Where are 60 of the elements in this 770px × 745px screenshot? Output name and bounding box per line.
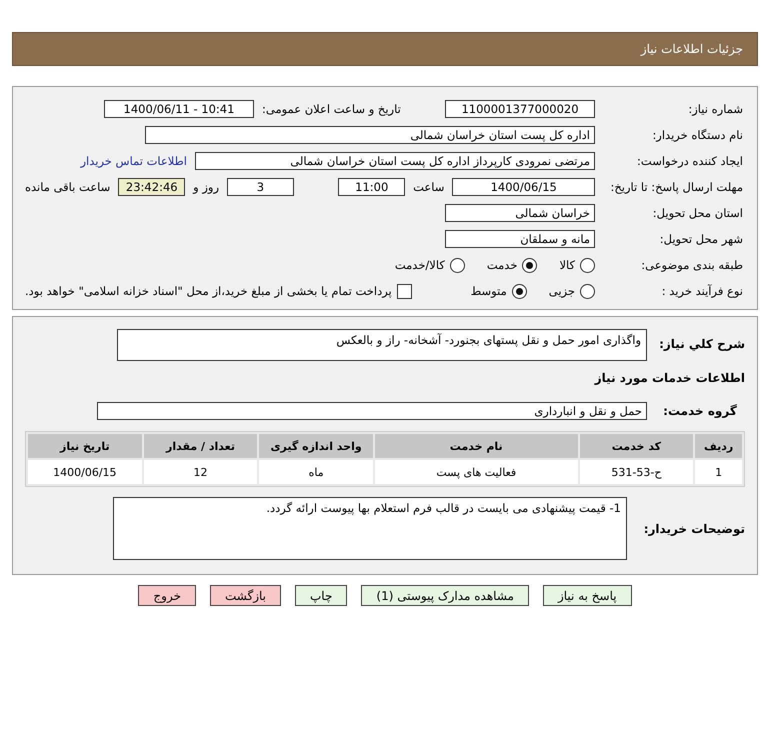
table-cell: ح-53-531 — [580, 460, 694, 484]
action-button[interactable]: چاپ — [295, 585, 348, 606]
column-header: ردیف — [695, 434, 742, 458]
section-title: اطلاعات خدمات مورد نیاز — [593, 371, 745, 385]
radio-label: کالا — [559, 258, 575, 272]
field-label: توضیحات خریدار: — [642, 522, 745, 536]
radio-button[interactable] — [450, 258, 465, 272]
column-header: کد خدمت — [580, 434, 694, 458]
field-label: مهلت ارسال پاسخ: تا تاریخ: — [609, 180, 743, 194]
field-label: گروه خدمت: — [662, 404, 738, 418]
deadline-date-field: 1400/06/15 — [452, 178, 595, 196]
field-label: شماره نیاز: — [687, 102, 743, 116]
column-header: واحد اندازه گیری — [259, 434, 373, 458]
deadline-time-field: 11:00 — [338, 178, 406, 196]
radio-button[interactable] — [522, 258, 538, 272]
checkbox[interactable] — [396, 284, 412, 298]
buyer-contact-link[interactable]: اطلاعات تماس خریدار — [80, 154, 187, 168]
field-label: طبقه بندی موضوعی: — [640, 258, 743, 272]
days-field: 3 — [227, 178, 294, 196]
radio-label: کالا/خدمت — [394, 258, 445, 272]
radio-button[interactable] — [580, 284, 595, 298]
need-number-field: 1100001377000020 — [445, 100, 595, 118]
field-label: ساعت — [413, 180, 444, 194]
table-cell: 12 — [144, 460, 258, 484]
field-label: ایجاد کننده درخواست: — [636, 154, 743, 168]
field-label: استان محل تحویل: — [652, 206, 743, 220]
radio-label: متوسط — [470, 284, 507, 298]
table-cell: 1 — [695, 460, 742, 484]
radio-button[interactable] — [580, 258, 595, 272]
buyer-notes-field: 1- قیمت پیشنهادی می بایست در قالب فرم استعلام بها پیوست ارائه گردد. — [113, 497, 627, 560]
column-header: تاریخ نیاز — [28, 434, 142, 458]
table-cell: فعالیت های پست — [374, 460, 578, 484]
action-button[interactable]: خروج — [138, 585, 196, 606]
column-header: تعداد / مقدار — [144, 434, 258, 458]
remaining-time-field: 23:42:46 — [118, 178, 186, 196]
city-field: مانه و سملقان — [445, 230, 595, 248]
field-label: شرح کلي نياز: — [658, 336, 745, 351]
announce-date-field: 1400/06/11 - 10:41 — [104, 100, 254, 118]
table-cell: 1400/06/15 — [28, 460, 142, 484]
page-title: جزئیات اطلاعات نیاز — [12, 32, 758, 66]
field-label: نام دستگاه خریدار: — [651, 128, 743, 142]
checkbox-label: پرداخت تمام یا بخشی از مبلغ خرید،از محل "اسناد خزانه اسلامی" خواهد بود. — [25, 284, 392, 298]
action-button[interactable]: بازگشت — [210, 585, 281, 606]
description-field: واگذاری امور حمل و نقل پستهای بجنورد- آشخانه- راز و بالعکس — [117, 329, 647, 361]
field-label: نوع فرآیند خرید : — [660, 284, 743, 298]
column-header: نام خدمت — [374, 434, 578, 458]
field-label: شهر محل تحویل: — [658, 232, 743, 246]
field-label: ساعت باقی مانده — [25, 180, 110, 194]
radio-label: جزیی — [548, 284, 575, 298]
field-label: روز و — [193, 180, 220, 194]
table-cell: ماه — [259, 460, 373, 484]
buyer-org-field: اداره کل پست استان خراسان شمالی — [145, 126, 595, 144]
field-label: تاریخ و ساعت اعلان عمومی: — [262, 102, 402, 116]
action-button[interactable]: مشاهده مدارک پیوستی (1) — [361, 585, 529, 606]
requester-field: مرتضی نمرودی کارپرداز اداره کل پست استان خراسان شمالی — [195, 152, 595, 170]
service-group-field: حمل و نقل و انبارداری — [97, 402, 647, 420]
province-field: خراسان شمالی — [445, 204, 595, 222]
radio-button[interactable] — [512, 284, 527, 298]
radio-label: خدمت — [486, 258, 518, 272]
action-button[interactable]: پاسخ به نیاز — [542, 585, 632, 606]
